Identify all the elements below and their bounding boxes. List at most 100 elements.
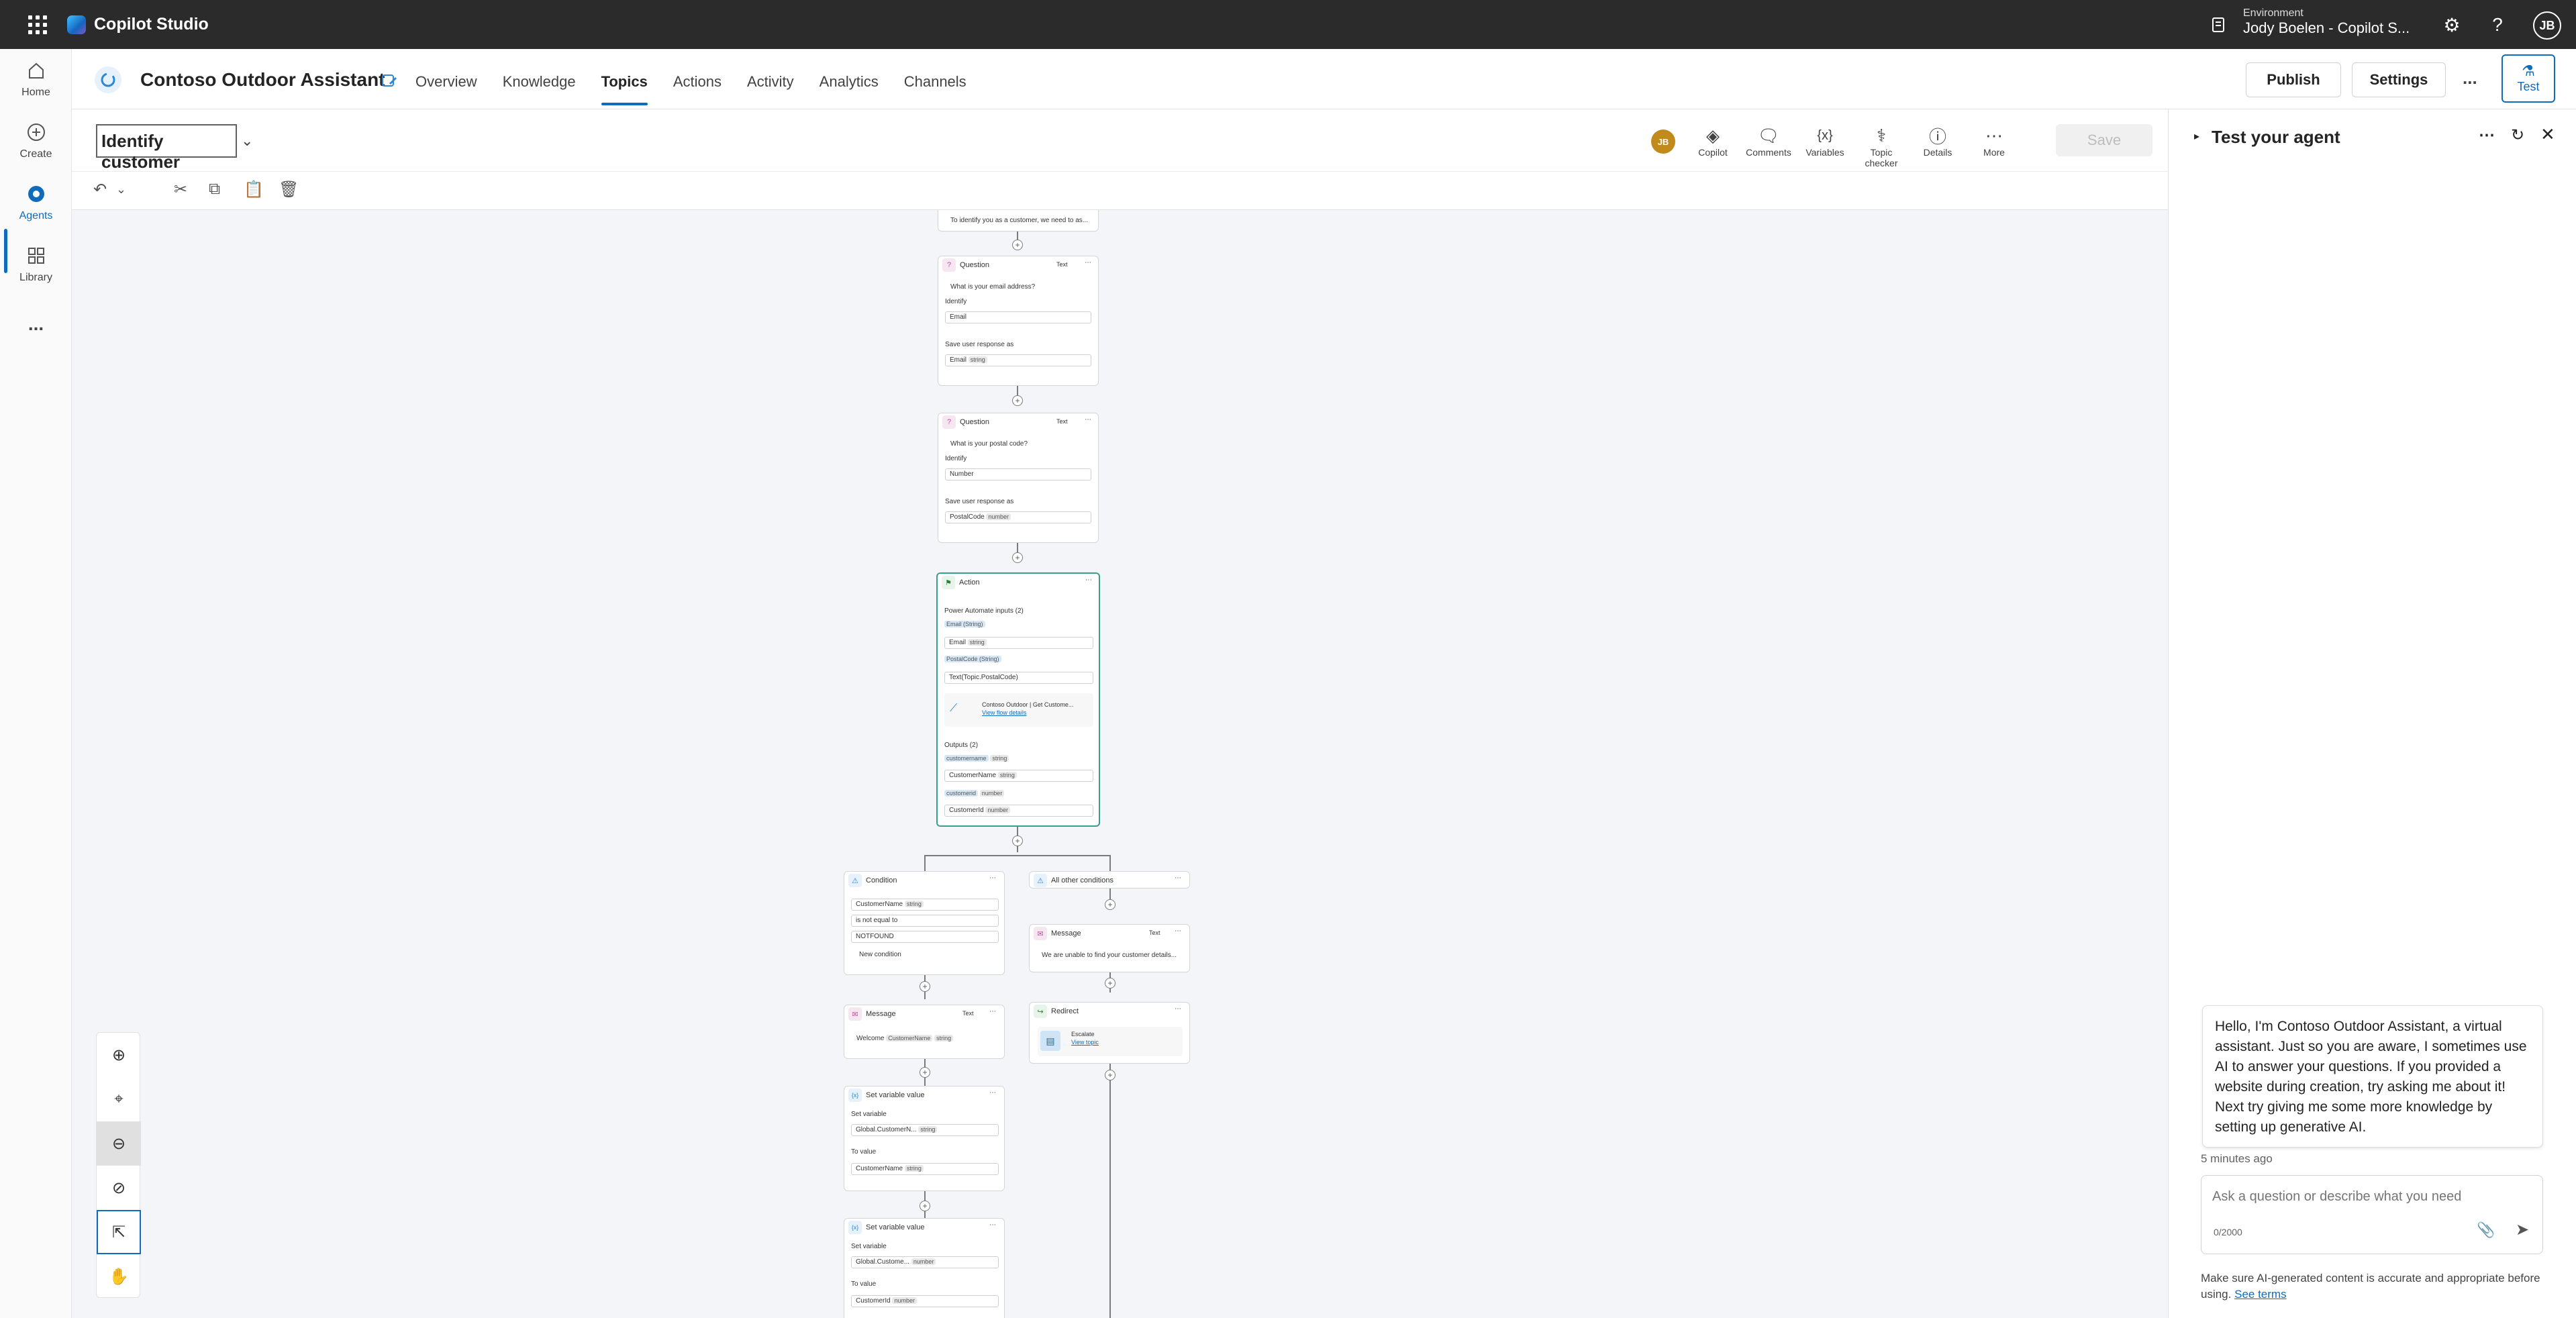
identify-field[interactable]: Email — [945, 311, 1091, 323]
node-more-icon[interactable]: ⋯ — [1085, 576, 1092, 584]
topic-name-field[interactable]: Identify customer — [96, 124, 237, 172]
chevron-down-icon[interactable]: ⌄ — [241, 132, 253, 150]
node-more-icon[interactable]: ⋯ — [1175, 1005, 1181, 1013]
set-variable-field[interactable]: Global.Custome... number — [851, 1256, 999, 1268]
more-tool[interactable]: ⋯ More — [1967, 124, 2021, 158]
add-node-button[interactable]: + — [1012, 395, 1023, 406]
topic-canvas[interactable]: Identify customer ⌄ JB ◈ Copilot 🗨 Comment… — [72, 109, 2168, 1318]
condition-value-field[interactable]: NOTFOUND — [851, 931, 999, 943]
message-node-welcome[interactable]: ✉ Message Text ⋯ Welcome CustomerName str… — [844, 1005, 1005, 1059]
variable-field[interactable]: PostalCode number — [945, 511, 1091, 523]
input-formula-field[interactable]: Text(Topic.PostalCode) — [944, 672, 1093, 684]
copy-icon[interactable]: ⧉ — [209, 180, 220, 199]
center-icon[interactable]: ⌖ — [97, 1077, 141, 1121]
edit-agent-icon[interactable] — [381, 72, 398, 89]
tab-knowledge[interactable]: Knowledge — [503, 73, 576, 91]
add-node-button[interactable]: + — [1012, 552, 1023, 563]
topic-checker-tool[interactable]: ⚕ Topic checker — [1854, 124, 1908, 169]
environment-icon[interactable] — [2210, 16, 2227, 34]
expand-caret-icon[interactable]: ▸ — [2194, 130, 2199, 143]
settings-gear-icon[interactable]: ⚙ — [2440, 13, 2463, 36]
tab-actions[interactable]: Actions — [673, 73, 722, 91]
delete-icon[interactable]: 🗑 — [279, 180, 299, 199]
send-icon[interactable]: ➤ — [2516, 1220, 2529, 1239]
attach-icon[interactable]: 📎 — [2477, 1221, 2495, 1239]
node-mode[interactable]: Text — [1149, 929, 1160, 936]
panel-more-icon[interactable]: ⋯ — [2479, 125, 2495, 145]
tab-channels[interactable]: Channels — [904, 73, 967, 91]
tab-overview[interactable]: Overview — [415, 73, 477, 91]
set-variable-field[interactable]: Global.CustomerN... string — [851, 1124, 999, 1136]
node-more-icon[interactable]: ⋯ — [1085, 416, 1091, 423]
select-pointer-icon[interactable]: ⇱ — [97, 1210, 141, 1254]
copilot-tool[interactable]: ◈ Copilot — [1686, 124, 1740, 158]
output-variable-field[interactable]: CustomerName string — [944, 770, 1093, 782]
tab-activity[interactable]: Activity — [747, 73, 794, 91]
new-condition-button[interactable]: New condition — [859, 951, 901, 958]
settings-button[interactable]: Settings — [2352, 62, 2446, 97]
tab-topics[interactable]: Topics — [601, 73, 648, 105]
app-launcher-icon[interactable] — [28, 15, 47, 34]
rail-create[interactable]: Create — [0, 120, 72, 160]
undo-dropdown-icon[interactable]: ⌄ — [116, 183, 126, 197]
node-more-icon[interactable]: ⋯ — [989, 1221, 996, 1229]
details-tool[interactable]: ⓘ Details — [1911, 124, 1965, 158]
node-mode[interactable]: Text — [962, 1010, 974, 1017]
view-topic-link[interactable]: View topic — [1071, 1039, 1099, 1046]
refresh-icon[interactable]: ↻ — [2511, 125, 2524, 145]
all-other-conditions-node[interactable]: ⚠ All other conditions ⋯ — [1029, 871, 1190, 889]
node-more-icon[interactable]: ⋯ — [1085, 259, 1091, 266]
cut-icon[interactable]: ✂ — [174, 180, 187, 199]
question-node-email[interactable]: ? Question Text ⋯ What is your email addr… — [938, 256, 1099, 386]
add-node-button[interactable]: + — [920, 1201, 930, 1211]
add-node-button[interactable]: + — [1105, 899, 1116, 910]
input-value-field[interactable]: Email string — [944, 637, 1093, 649]
rail-more-icon[interactable]: ... — [0, 313, 72, 335]
view-flow-link[interactable]: View flow details — [982, 709, 1026, 716]
rail-library[interactable]: Library — [0, 244, 72, 284]
to-value-field[interactable]: CustomerId number — [851, 1295, 999, 1307]
help-icon[interactable]: ? — [2486, 13, 2509, 36]
undo-icon[interactable]: ↶ — [93, 180, 107, 199]
variables-tool[interactable]: {x} Variables — [1798, 124, 1852, 158]
more-options-icon[interactable]: ... — [2463, 68, 2477, 89]
add-node-button[interactable]: + — [1012, 240, 1023, 250]
node-more-icon[interactable]: ⋯ — [989, 874, 996, 882]
node-more-icon[interactable]: ⋯ — [1175, 927, 1181, 935]
close-icon[interactable]: ✕ — [2540, 124, 2555, 145]
redirect-node[interactable]: ↪ Redirect ⋯ ▤ Escalate View topic — [1029, 1002, 1190, 1064]
environment-picker[interactable]: Environment Jody Boelen - Copilot S... — [2243, 7, 2410, 38]
action-node[interactable]: ⚑ Action ⋯ Power Automate inputs (2) Emai… — [936, 572, 1100, 827]
condition-node[interactable]: ⚠ Condition ⋯ CustomerName string is not … — [844, 871, 1005, 975]
add-node-button[interactable]: + — [1105, 978, 1116, 989]
see-terms-link[interactable]: See terms — [2234, 1288, 2286, 1301]
condition-operator-field[interactable]: is not equal to — [851, 915, 999, 927]
node-mode[interactable]: Text — [1056, 418, 1068, 425]
minimap-icon[interactable]: ⊘ — [97, 1166, 141, 1210]
set-variable-node[interactable]: {x} Set variable value ⋯ Set variable Glo… — [844, 1218, 1005, 1318]
node-more-icon[interactable]: ⋯ — [989, 1089, 996, 1097]
message-node-not-found[interactable]: ✉ Message Text ⋯ We are unable to find yo… — [1029, 924, 1190, 972]
add-node-button[interactable]: + — [920, 981, 930, 992]
add-node-button[interactable]: + — [920, 1067, 930, 1078]
output-variable-field[interactable]: CustomerId number — [944, 805, 1093, 817]
set-variable-node[interactable]: {x} Set variable value ⋯ Set variable Glo… — [844, 1086, 1005, 1191]
publish-button[interactable]: Publish — [2246, 62, 2341, 97]
add-node-button[interactable]: + — [1105, 1070, 1116, 1080]
node-more-icon[interactable]: ⋯ — [1175, 874, 1181, 882]
zoom-in-icon[interactable]: ⊕ — [97, 1033, 141, 1077]
paste-icon[interactable]: 📋 — [244, 180, 264, 199]
node-more-icon[interactable]: ⋯ — [989, 1008, 996, 1015]
question-node-postal[interactable]: ? Question Text ⋯ What is your postal cod… — [938, 413, 1099, 543]
chat-input[interactable] — [2212, 1185, 2528, 1208]
condition-variable-field[interactable]: CustomerName string — [851, 899, 999, 911]
rail-agents[interactable]: Agents — [0, 182, 72, 222]
zoom-out-icon[interactable]: ⊖ — [97, 1121, 141, 1166]
add-node-button[interactable]: + — [1012, 835, 1023, 846]
user-avatar[interactable]: JB — [2533, 11, 2561, 40]
test-button[interactable]: ⚗ Test — [2501, 54, 2555, 103]
save-button[interactable]: Save — [2056, 124, 2152, 156]
tab-analytics[interactable]: Analytics — [820, 73, 879, 91]
node-mode[interactable]: Text — [1056, 261, 1068, 268]
rail-home[interactable]: Home — [0, 58, 72, 99]
